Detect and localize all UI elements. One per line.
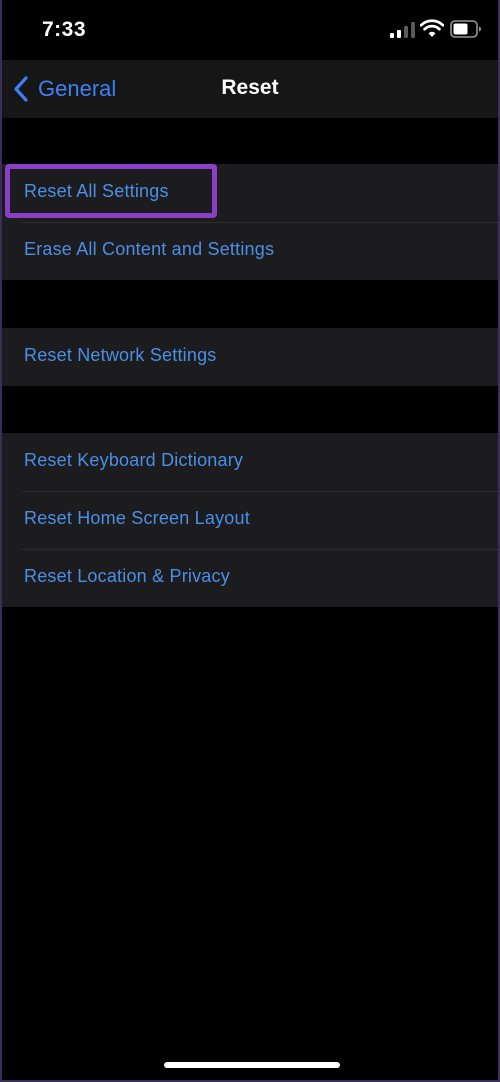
reset-network-settings-row[interactable]: Reset Network Settings (2, 328, 498, 386)
row-label: Reset Network Settings (24, 345, 217, 365)
signal-icon (390, 22, 415, 38)
status-bar: 7:33 (2, 0, 498, 60)
row-label: Reset Keyboard Dictionary (24, 450, 244, 470)
reset-location-privacy-row[interactable]: Reset Location & Privacy (2, 549, 498, 607)
row-label: Erase All Content and Settings (24, 239, 275, 259)
row-label: Reset Home Screen Layout (24, 508, 250, 528)
reset-all-settings-row[interactable]: Reset All Settings (2, 164, 498, 222)
reset-keyboard-dictionary-row[interactable]: Reset Keyboard Dictionary (2, 433, 498, 491)
row-label: Reset All Settings (24, 181, 169, 201)
erase-all-content-row[interactable]: Erase All Content and Settings (2, 222, 498, 280)
reset-group-general: Reset All Settings Erase All Content and… (2, 164, 498, 280)
page-title: Reset (221, 76, 279, 99)
wifi-icon (420, 19, 444, 37)
reset-group-network: Reset Network Settings (2, 328, 498, 386)
battery-icon (450, 20, 481, 38)
settings-screen: 7:33 General Reset Reset All Settings Er… (0, 0, 500, 1082)
home-indicator[interactable] (164, 1062, 340, 1068)
row-label: Reset Location & Privacy (24, 566, 230, 586)
status-time: 7:33 (42, 18, 87, 41)
navigation-bar: General Reset (2, 60, 498, 118)
reset-home-screen-layout-row[interactable]: Reset Home Screen Layout (2, 491, 498, 549)
reset-group-other: Reset Keyboard Dictionary Reset Home Scr… (2, 433, 498, 607)
